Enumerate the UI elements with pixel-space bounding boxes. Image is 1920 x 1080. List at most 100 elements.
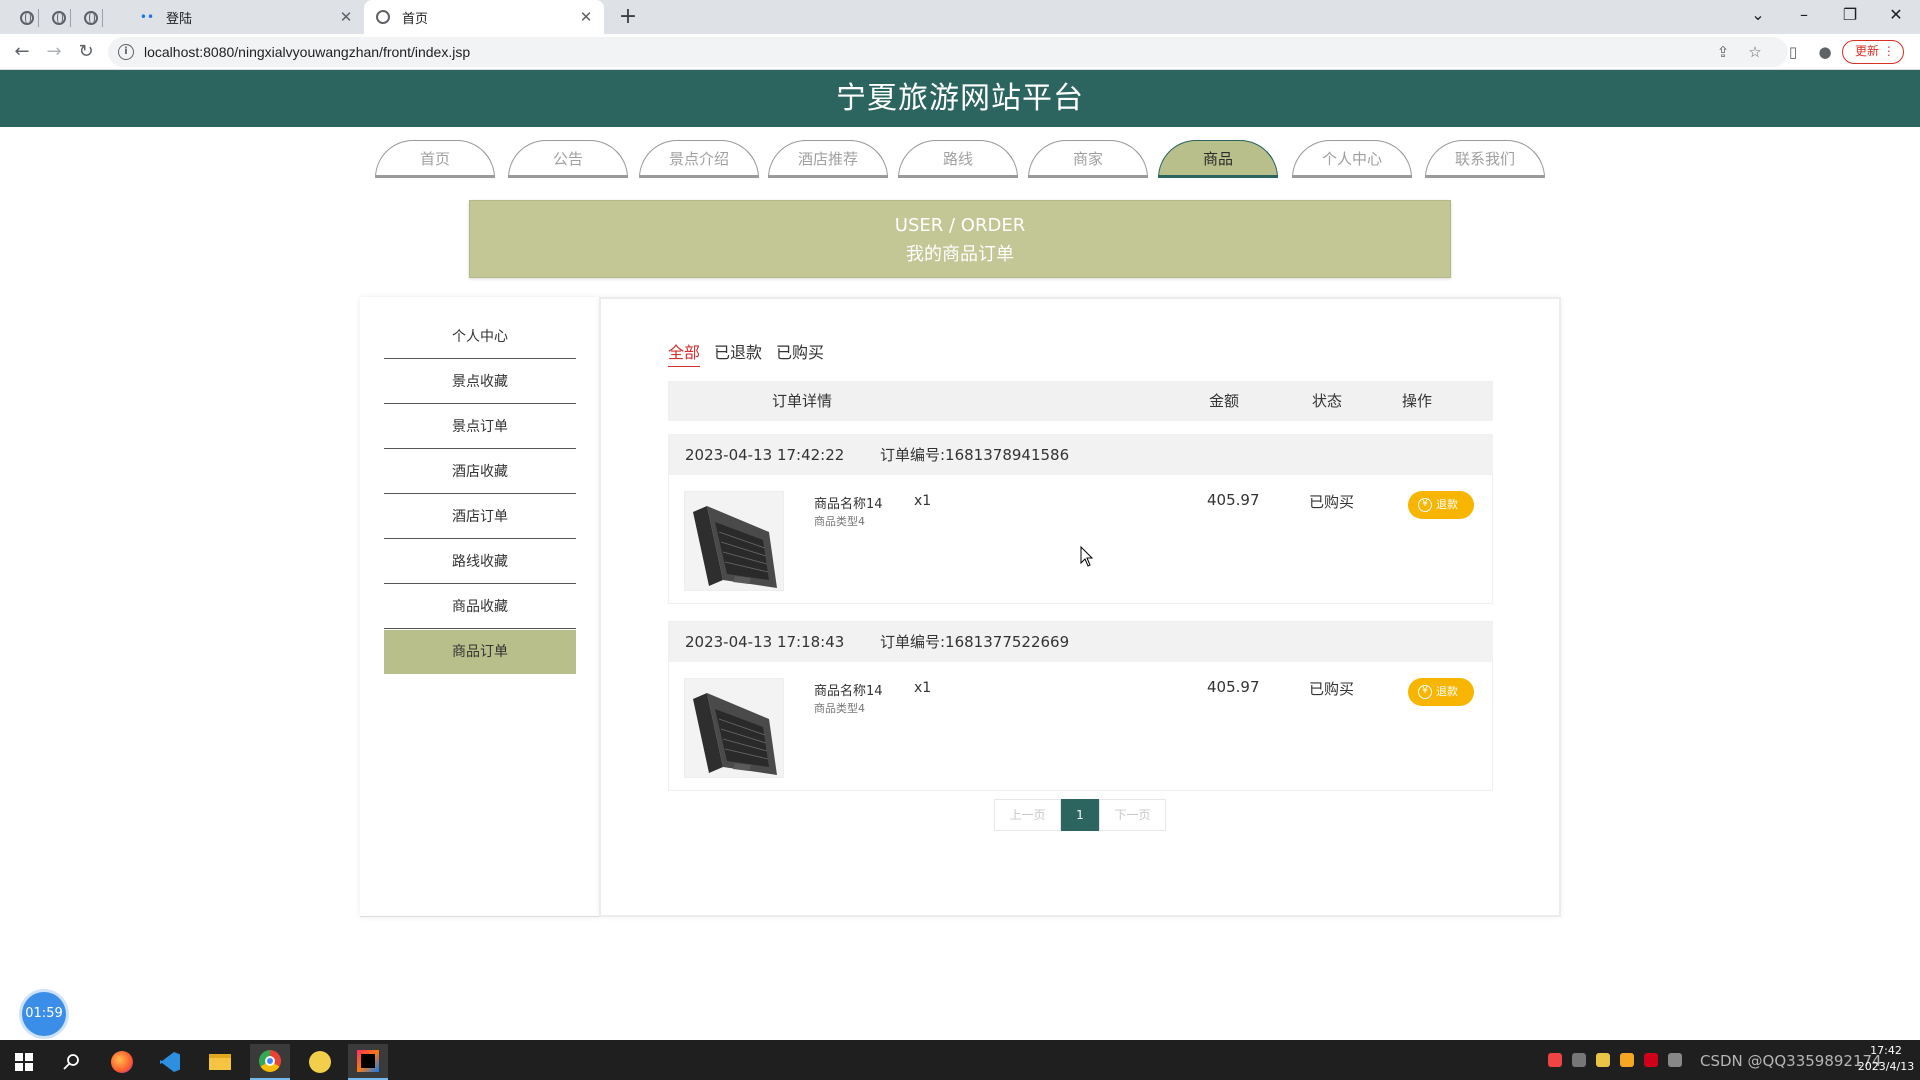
globe-icon — [52, 11, 66, 25]
nav-merchant[interactable]: 商家 — [1028, 140, 1148, 178]
nav-notice[interactable]: 公告 — [508, 140, 628, 178]
filter-purchased[interactable]: 已购买 — [776, 339, 824, 367]
order-time: 2023-04-13 17:42:22 — [685, 446, 845, 464]
order-time: 2023-04-13 17:18:43 — [685, 633, 845, 651]
chrome-icon[interactable] — [250, 1044, 290, 1080]
close-icon[interactable]: ✕ — [336, 8, 356, 26]
intellij-icon[interactable] — [348, 1044, 388, 1080]
order-card: 2023-04-13 17:42:22 订单编号:1681378941586 商… — [668, 434, 1493, 604]
product-qty: x1 — [914, 680, 932, 696]
side-panel-icon[interactable]: ▯ — [1784, 43, 1802, 61]
tab-title: 登陆 — [166, 11, 193, 27]
filter-all[interactable]: 全部 — [668, 339, 701, 367]
vscode-icon[interactable] — [150, 1044, 190, 1080]
product-name[interactable]: 商品名称14 — [814, 493, 883, 512]
file-explorer-icon[interactable] — [200, 1044, 240, 1080]
back-button[interactable]: ← — [8, 38, 36, 66]
column-action: 操作 — [1402, 392, 1433, 410]
nav-home[interactable]: 首页 — [375, 140, 495, 178]
site-header: 宁夏旅游网站平台 — [0, 70, 1920, 127]
app-icon[interactable] — [300, 1044, 340, 1080]
nav-contact[interactable]: 联系我们 — [1425, 140, 1545, 178]
column-amount: 金额 — [1209, 392, 1240, 410]
nav-route[interactable]: 路线 — [898, 140, 1018, 178]
product-name[interactable]: 商品名称14 — [814, 680, 883, 699]
window-close-button[interactable]: ✕ — [1876, 2, 1916, 28]
update-label: 更新 — [1855, 44, 1880, 58]
refund-label: 退款 — [1436, 685, 1458, 698]
order-status: 已购买 — [1309, 680, 1355, 698]
pinned-tab-1[interactable] — [16, 7, 38, 29]
firefox-icon[interactable] — [102, 1044, 142, 1080]
product-type: 商品类型4 — [814, 515, 865, 528]
update-button[interactable]: 更新 ⋮ — [1842, 40, 1904, 64]
site-title: 宁夏旅游网站平台 — [836, 81, 1084, 116]
sidebar-item-hotel-order[interactable]: 酒店订单 — [384, 495, 576, 539]
info-icon[interactable]: i — [118, 44, 134, 60]
product-thumbnail[interactable] — [684, 491, 784, 591]
order-header: 2023-04-13 17:18:43 订单编号:1681377522669 — [669, 622, 1492, 662]
address-bar[interactable]: i localhost:8080/ningxialvyouwangzhan/fr… — [108, 37, 1788, 67]
yen-icon: ¥ — [1418, 685, 1432, 699]
yen-icon: ¥ — [1418, 498, 1432, 512]
prev-page-button[interactable]: 上一页 — [994, 799, 1061, 831]
order-filter-tabs: 全部 已退款 已购买 — [668, 339, 824, 367]
column-detail: 订单详情 — [772, 392, 833, 410]
tray-app2-icon[interactable] — [1644, 1053, 1658, 1067]
search-icon[interactable] — [52, 1044, 92, 1080]
restore-button[interactable]: ❐ — [1830, 2, 1870, 28]
nav-scenic[interactable]: 景点介绍 — [639, 140, 759, 178]
recording-timer[interactable]: 01:59 — [22, 992, 66, 1036]
nav-user-center[interactable]: 个人中心 — [1292, 140, 1412, 178]
filter-refunded[interactable]: 已退款 — [714, 339, 762, 367]
taskbar-clock[interactable]: 17:42 2023/4/13 — [1856, 1043, 1916, 1075]
tab-login[interactable]: •• 登陆 ✕ — [128, 0, 364, 34]
tray-shield-icon[interactable] — [1620, 1053, 1634, 1067]
nav-goods[interactable]: 商品 — [1158, 140, 1278, 178]
profile-icon[interactable]: ● — [1816, 43, 1834, 61]
tab-home[interactable]: 首页 ✕ — [364, 0, 604, 34]
sidebar-item-goods-order[interactable]: 商品订单 — [384, 630, 576, 674]
page-1-button[interactable]: 1 — [1061, 799, 1099, 831]
banner-en-title: USER / ORDER — [894, 215, 1026, 236]
refund-button[interactable]: ¥ 退款 — [1408, 678, 1474, 706]
tray-settings-icon[interactable] — [1668, 1053, 1682, 1067]
tray-folder-icon[interactable] — [1596, 1053, 1610, 1067]
sidebar-item-goods-fav[interactable]: 商品收藏 — [384, 585, 576, 629]
share-icon[interactable]: ⇪ — [1714, 43, 1732, 61]
bookmark-star-icon[interactable]: ☆ — [1746, 43, 1764, 61]
page-banner: USER / ORDER 我的商品订单 — [469, 200, 1451, 278]
close-icon[interactable]: ✕ — [576, 8, 596, 26]
order-number: 订单编号:1681377522669 — [880, 633, 1070, 651]
product-qty: x1 — [914, 493, 932, 509]
url-text[interactable]: localhost:8080/ningxialvyouwangzhan/fron… — [144, 44, 470, 60]
reload-button[interactable]: ↻ — [72, 38, 100, 66]
tab-search-icon[interactable]: ⌄ — [1738, 2, 1778, 28]
nav-hotel[interactable]: 酒店推荐 — [768, 140, 888, 178]
sidebar-item-user-center[interactable]: 个人中心 — [384, 315, 576, 359]
tab-title: 首页 — [402, 11, 429, 27]
pinned-tab-2[interactable] — [48, 7, 70, 29]
product-thumbnail[interactable] — [684, 678, 784, 778]
next-page-button[interactable]: 下一页 — [1099, 799, 1166, 831]
order-header: 2023-04-13 17:42:22 订单编号:1681378941586 — [669, 435, 1492, 475]
sidebar-item-route-fav[interactable]: 路线收藏 — [384, 540, 576, 584]
sidebar-item-hotel-fav[interactable]: 酒店收藏 — [384, 450, 576, 494]
globe-icon — [84, 11, 98, 25]
new-tab-button[interactable]: + — [616, 4, 640, 29]
sidebar-item-scenic-order[interactable]: 景点订单 — [384, 405, 576, 449]
globe-icon — [20, 11, 34, 25]
forward-button[interactable]: → — [40, 38, 68, 66]
sidebar-item-scenic-fav[interactable]: 景点收藏 — [384, 360, 576, 404]
watermark: CSDN @QQ3359892174 — [1700, 1052, 1882, 1070]
browser-toolbar: ← → ↻ i localhost:8080/ningxialvyouwangz… — [0, 34, 1920, 70]
laptop-image — [685, 492, 783, 590]
minimize-button[interactable]: – — [1784, 2, 1824, 28]
banner-cn-title: 我的商品订单 — [906, 244, 1014, 265]
tray-network-icon[interactable] — [1572, 1053, 1586, 1067]
tray-app-icon[interactable] — [1548, 1053, 1562, 1067]
refund-button[interactable]: ¥ 退款 — [1408, 491, 1474, 519]
pinned-tab-3[interactable] — [80, 7, 102, 29]
windows-start-icon[interactable] — [4, 1044, 44, 1080]
tab-separator — [102, 9, 103, 27]
